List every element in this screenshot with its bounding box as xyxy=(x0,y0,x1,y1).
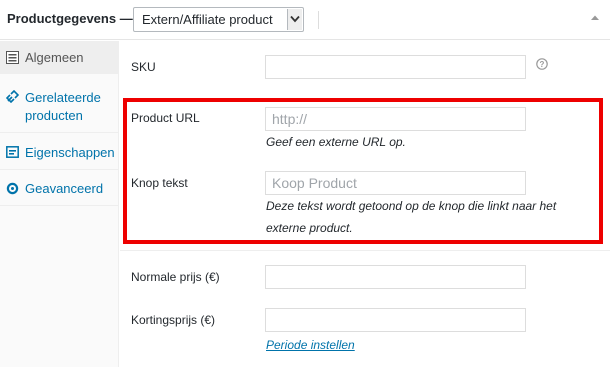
button-text-input[interactable] xyxy=(265,171,526,195)
collapse-arrow-icon[interactable] xyxy=(590,14,600,22)
tab-advanced[interactable]: Geavanceerd xyxy=(0,171,119,206)
schedule-sale-link[interactable]: Periode instellen xyxy=(266,338,355,352)
tab-label: Gerelateerde producten xyxy=(25,90,101,123)
tab-label: Geavanceerd xyxy=(25,181,104,196)
header-divider xyxy=(318,11,319,29)
help-icon[interactable]: ? xyxy=(536,58,548,70)
select-arrow-button[interactable] xyxy=(287,9,302,30)
tab-attributes[interactable]: Eigenschappen xyxy=(0,134,119,170)
product-url-input[interactable] xyxy=(265,107,526,131)
sku-input[interactable] xyxy=(265,55,526,79)
regular-price-label: Normale prijs (€) xyxy=(131,270,220,284)
sku-label: SKU xyxy=(131,60,156,74)
button-text-label: Knop tekst xyxy=(131,176,188,190)
link-icon xyxy=(6,90,19,103)
product-url-label: Product URL xyxy=(131,111,200,125)
tab-general[interactable]: Algemeen xyxy=(0,41,119,74)
svg-text:?: ? xyxy=(540,60,545,69)
sale-price-input[interactable] xyxy=(265,308,526,332)
product-url-description: Geef een externe URL op. xyxy=(266,135,406,149)
button-text-description: Deze tekst wordt getoond op de knop die … xyxy=(266,199,557,235)
sale-price-label: Kortingsprijs (€) xyxy=(131,313,216,327)
product-type-select[interactable]: Extern/Affiliate product xyxy=(133,7,304,32)
product-data-tabs: Algemeen Gerelateerde producten Eigensch… xyxy=(0,41,119,367)
tab-label: Eigenschappen xyxy=(25,145,115,160)
tab-label: Algemeen xyxy=(25,50,84,65)
tab-linked-products[interactable]: Gerelateerde producten xyxy=(0,75,119,133)
product-data-header: Productgegevens — Extern/Affiliate produ… xyxy=(0,0,610,40)
general-panel: SKU ? Product URL Geef een externe URL o… xyxy=(120,41,610,367)
gear-icon xyxy=(6,182,19,195)
product-type-selected: Extern/Affiliate product xyxy=(142,12,273,27)
list-icon xyxy=(6,51,19,64)
panel-title: Productgegevens — xyxy=(7,11,133,26)
chevron-down-icon xyxy=(290,15,300,23)
section-divider xyxy=(120,250,610,251)
regular-price-input[interactable] xyxy=(265,265,526,289)
attributes-icon xyxy=(6,146,19,158)
